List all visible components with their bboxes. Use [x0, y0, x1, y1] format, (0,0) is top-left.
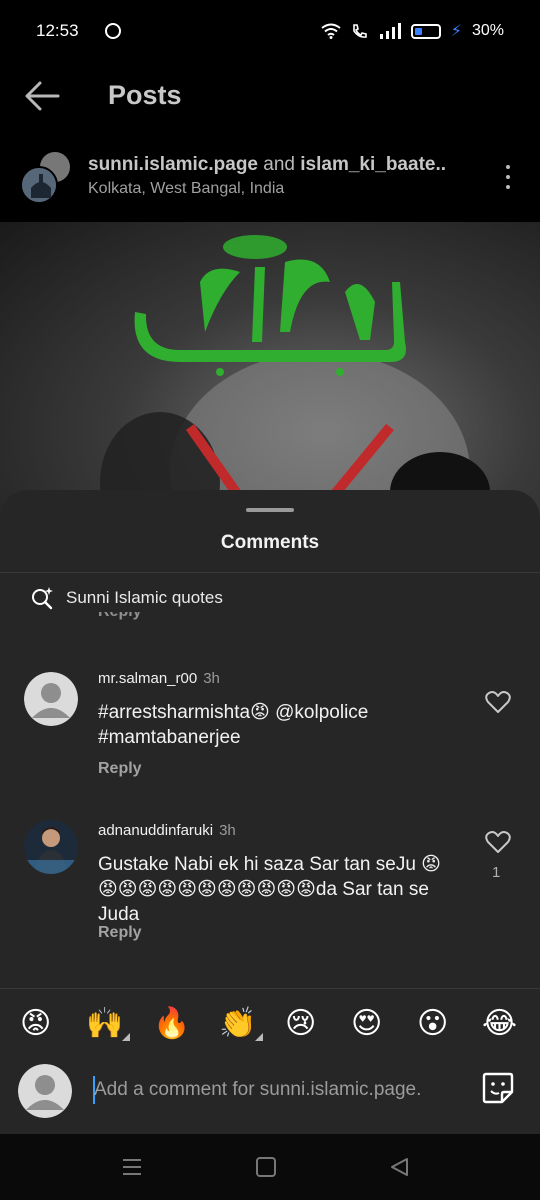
- notification-icon: [104, 23, 121, 39]
- comment-text: #arrestsharmishta😡 @kolpolice #mamtabane…: [98, 702, 369, 748]
- battery-percent: 30%: [471, 22, 504, 39]
- reply-button[interactable]: Reply: [98, 924, 142, 942]
- emoji-laughing[interactable]: 😂: [482, 1007, 517, 1041]
- status-icons: ⚡ 30%: [321, 21, 504, 41]
- comments-title: Comments: [220, 532, 320, 553]
- mosque-avatar-icon: [22, 168, 56, 202]
- post-image[interactable]: [0, 222, 540, 522]
- heart-outline-icon[interactable]: [485, 830, 511, 854]
- previous-reply-label: Reply: [98, 612, 142, 620]
- emoji-crying[interactable]: 😢: [285, 1007, 316, 1041]
- emoji-quick-bar: 😡 🙌 🔥 👏 😢 😍 😮 😂: [0, 988, 540, 1064]
- emoji-surprised[interactable]: 😮: [417, 1007, 448, 1041]
- owner-joiner: and: [263, 154, 295, 175]
- post-owners[interactable]: sunni.islamic.page and islam_ki_baate..: [88, 154, 446, 176]
- arrow-left-icon[interactable]: [22, 78, 62, 114]
- skin-tone-caret-icon[interactable]: [255, 1033, 263, 1041]
- comment-username[interactable]: adnanuddinfaruki 3h: [98, 822, 236, 839]
- signal-icon: [379, 23, 401, 39]
- emoji-angry[interactable]: 😡: [20, 1007, 51, 1041]
- user-photo-avatar: [24, 820, 78, 874]
- post-location[interactable]: Kolkata, West Bangal, India: [88, 180, 284, 198]
- comment-composer: [0, 1064, 540, 1134]
- calligraphy-graphic: [134, 235, 406, 376]
- reply-button[interactable]: Reply: [98, 760, 142, 778]
- comment-username-text[interactable]: mr.salman_r00: [98, 670, 197, 687]
- avatar[interactable]: [24, 672, 78, 726]
- drag-handle[interactable]: [246, 508, 294, 512]
- comment-username[interactable]: mr.salman_r00 3h: [98, 670, 220, 687]
- comment-input[interactable]: [94, 1074, 466, 1106]
- status-bar: 12:53 ⚡ 30%: [0, 0, 540, 62]
- search-suggestion[interactable]: Sunni Islamic quotes: [30, 586, 223, 610]
- system-nav-bar: [0, 1134, 540, 1200]
- post-header: sunni.islamic.page and islam_ki_baate.. …: [0, 140, 540, 220]
- owner-username[interactable]: sunni.islamic.page: [88, 154, 258, 175]
- triangle-back-icon[interactable]: [388, 1156, 412, 1178]
- kebab-menu-icon[interactable]: [498, 162, 518, 192]
- emoji-raised-hands[interactable]: 🙌: [86, 1007, 123, 1041]
- collab-username[interactable]: islam_ki_baate..: [300, 154, 446, 175]
- square-icon[interactable]: [254, 1156, 278, 1178]
- comment-time: 3h: [219, 822, 236, 839]
- emoji-fire[interactable]: 🔥: [153, 1007, 190, 1041]
- charging-icon: ⚡: [450, 23, 462, 40]
- previous-reply-button[interactable]: Reply: [98, 612, 142, 622]
- skin-tone-caret-icon[interactable]: [122, 1033, 130, 1041]
- my-avatar: [18, 1064, 72, 1118]
- sticker-icon[interactable]: [480, 1070, 516, 1106]
- avatar[interactable]: [24, 820, 78, 874]
- top-header: Posts: [0, 62, 540, 132]
- wifi-calling-icon: [352, 24, 367, 38]
- comment-username-text[interactable]: adnanuddinfaruki: [98, 822, 213, 839]
- sparkle-search-icon: [32, 587, 53, 610]
- default-avatar-icon: [18, 1064, 72, 1118]
- menu-lines-icon[interactable]: [120, 1156, 144, 1178]
- emoji-heart-eyes[interactable]: 😍: [351, 1007, 382, 1041]
- heart-outline-icon[interactable]: [485, 690, 511, 714]
- like-count[interactable]: 1: [492, 864, 500, 881]
- default-avatar-icon: [24, 672, 78, 726]
- suggestion-label: Sunni Islamic quotes: [66, 588, 223, 607]
- owner-avatar[interactable]: [20, 166, 58, 204]
- emoji-clapping[interactable]: 👏: [219, 1007, 256, 1041]
- status-time: 12:53: [36, 21, 79, 40]
- divider: [0, 572, 540, 573]
- comment-text: Gustake Nabi ek hi saza Sar tan seJu 😡😡😡…: [98, 854, 441, 925]
- comment-time: 3h: [203, 670, 220, 687]
- post-photo-graphic: [100, 235, 490, 522]
- battery-icon: [410, 23, 441, 39]
- page-title: Posts: [108, 80, 182, 110]
- wifi-icon: [321, 23, 341, 39]
